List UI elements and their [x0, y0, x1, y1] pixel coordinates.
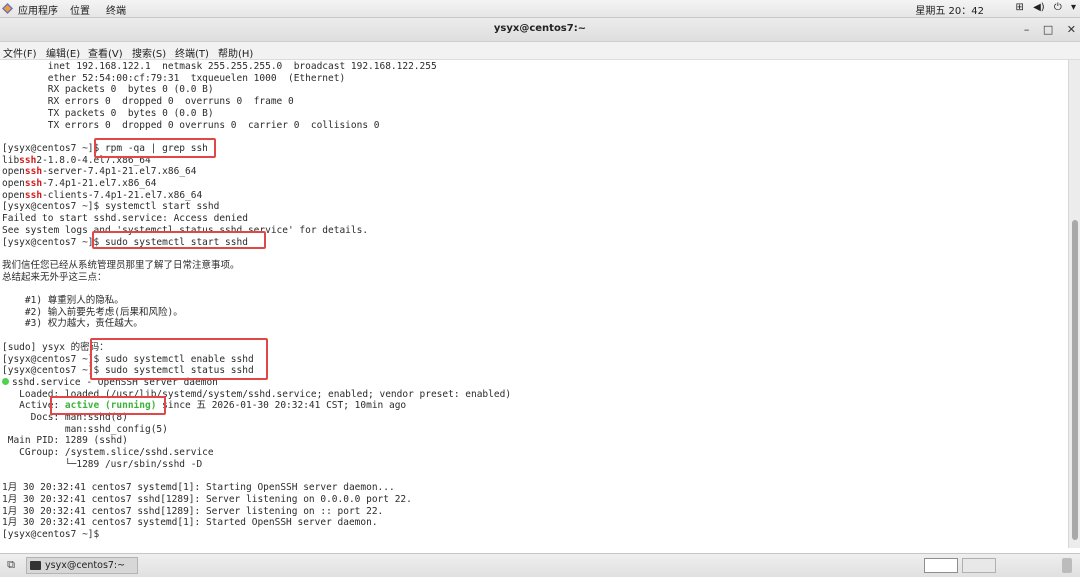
grep-match-text: ssh [24, 166, 43, 178]
volume-icon[interactable]: ◀) [1033, 2, 1045, 13]
terminal-text: TX errors 0 dropped 0 overruns 0 carrier… [2, 119, 380, 131]
top-bar: 应用程序 位置 终端 星期五 20：42 ⊞ ◀) ⏻ ▾ [0, 0, 1080, 18]
terminal-line: openssh-server-7.4p1-21.el7.x86_64 [2, 166, 197, 178]
terminal-line: RX packets 0 bytes 0 (0.0 B) [2, 84, 214, 96]
terminal-app-menu[interactable]: 终端 [106, 2, 126, 17]
terminal-text: 1月 30 20:32:41 centos7 sshd[1289]: Serve… [2, 493, 412, 505]
terminal-icon [30, 561, 41, 570]
window-title: ysyx@centos7:~ [493, 23, 587, 34]
minimize-button[interactable]: – [1024, 23, 1030, 36]
menu-edit[interactable]: 编辑(E) [46, 45, 80, 60]
terminal-line: #1) 尊重别人的隐私。 [2, 295, 124, 307]
terminal-line: 我们信任您已经从系统管理员那里了解了日常注意事项。 [2, 260, 240, 272]
terminal-line: inet 192.168.122.1 netmask 255.255.255.0… [2, 61, 437, 73]
terminal-line: 1月 30 20:32:41 centos7 sshd[1289]: Serve… [2, 494, 412, 506]
places-menu[interactable]: 位置 [70, 2, 90, 17]
terminal-text: Failed to start sshd.service: Access den… [2, 213, 248, 225]
terminal-text: -clients-7.4p1-21.el7.x86_64 [42, 189, 203, 201]
terminal-line: Failed to start sshd.service: Access den… [2, 213, 248, 225]
workspace-1[interactable] [924, 558, 958, 573]
terminal-line: TX errors 0 dropped 0 overruns 0 carrier… [2, 120, 380, 132]
terminal-text: since 五 2026-01-30 20:32:41 CST; 10min a… [156, 400, 407, 412]
grep-match-text: ssh [24, 178, 43, 189]
terminal-text: man:sshd_config(5) [2, 423, 168, 435]
terminal-text: -server-7.4p1-21.el7.x86_64 [42, 166, 197, 178]
terminal-text: #1) 尊重别人的隐私。 [2, 295, 124, 306]
terminal-line: [ysyx@centos7 ~]$ [2, 529, 105, 541]
terminal-line: RX errors 0 dropped 0 overruns 0 frame 0 [2, 96, 294, 108]
annotation-box-enable-status [90, 338, 268, 380]
menu-help[interactable]: 帮助(H) [218, 45, 253, 60]
power-icon[interactable]: ⏻ [1054, 2, 1062, 13]
taskbar-window-button[interactable]: ysyx@centos7:~ [26, 557, 138, 574]
window-titlebar[interactable]: ysyx@centos7:~ – □ ✕ [0, 18, 1080, 42]
terminal-text: open [2, 166, 25, 178]
terminal-text: CGroup: /system.slice/sshd.service [2, 447, 214, 459]
terminal-line: [ysyx@centos7 ~]$ systemctl start sshd [2, 201, 219, 213]
terminal-line: openssh-clients-7.4p1-21.el7.x86_64 [2, 190, 202, 202]
applications-menu[interactable]: 应用程序 [18, 2, 58, 17]
taskbar: ⧉ ysyx@centos7:~ [0, 553, 1080, 577]
terminal-text: #2) 输入前要先考虑(后果和风险)。 [2, 306, 183, 318]
terminal-text: open [2, 178, 25, 189]
system-dropdown-icon[interactable]: ▾ [1071, 2, 1076, 13]
close-button[interactable]: ✕ [1067, 23, 1076, 36]
terminal-text: 1月 30 20:32:41 centos7 systemd[1]: Start… [2, 482, 395, 494]
terminal-line: ether 52:54:00:cf:79:31 txqueuelen 1000 … [2, 73, 345, 85]
terminal-text: 1月 30 20:32:41 centos7 systemd[1]: Start… [2, 517, 378, 529]
workspace-2[interactable] [962, 558, 996, 573]
terminal-text: [ysyx@centos7 ~]$ [2, 529, 105, 540]
terminal-line: └─1289 /usr/sbin/sshd -D [2, 459, 202, 471]
annotation-box-start [92, 231, 266, 249]
terminal-line: Main PID: 1289 (sshd) [2, 435, 128, 447]
terminal-text: inet 192.168.122.1 netmask 255.255.255.0… [2, 61, 437, 72]
terminal-text: Main PID: 1289 (sshd) [2, 435, 128, 447]
menu-bar: 文件(F) 编辑(E) 查看(V) 搜索(S) 终端(T) 帮助(H) [0, 42, 1080, 60]
maximize-button[interactable]: □ [1043, 23, 1053, 36]
menu-terminal[interactable]: 终端(T) [175, 45, 209, 60]
terminal-line: 1月 30 20:32:41 centos7 systemd[1]: Start… [2, 517, 378, 529]
grep-match-text: ssh [24, 189, 43, 201]
grep-match-text: ssh [19, 154, 37, 166]
notification-icon[interactable] [1062, 558, 1072, 573]
terminal-line: #2) 输入前要先考虑(后果和风险)。 [2, 307, 183, 319]
terminal-text: RX errors 0 dropped 0 overruns 0 frame 0 [2, 96, 294, 108]
terminal-text: #3) 权力越大，责任越大。 [2, 318, 143, 330]
terminal-line: 1月 30 20:32:41 centos7 systemd[1]: Start… [2, 482, 395, 494]
annotation-box-active [50, 396, 166, 415]
applications-icon[interactable] [2, 3, 13, 14]
terminal-text: └─1289 /usr/sbin/sshd -D [2, 458, 203, 470]
terminal-line: openssh-7.4p1-21.el7.x86_64 [2, 178, 156, 190]
annotation-box-rpm [94, 138, 216, 158]
terminal-line: 1月 30 20:32:41 centos7 sshd[1289]: Serve… [2, 506, 383, 518]
menu-file[interactable]: 文件(F) [3, 45, 37, 60]
terminal-text: 我们信任您已经从系统管理员那里了解了日常注意事项。 [2, 259, 240, 271]
network-icon[interactable]: ⊞ [1016, 2, 1024, 13]
terminal-text: [ysyx@centos7 ~]$ systemctl start sshd [2, 201, 220, 213]
terminal-output[interactable]: inet 192.168.122.1 netmask 255.255.255.0… [0, 60, 1068, 548]
terminal-text: lib [2, 154, 20, 166]
scrollbar-thumb[interactable] [1072, 220, 1078, 540]
menu-view[interactable]: 查看(V) [88, 45, 123, 60]
terminal-line: TX packets 0 bytes 0 (0.0 B) [2, 108, 214, 120]
show-desktop-icon[interactable]: ⧉ [4, 558, 18, 572]
terminal-text: 1月 30 20:32:41 centos7 sshd[1289]: Serve… [2, 505, 384, 517]
terminal-line: #3) 权力越大，责任越大。 [2, 318, 143, 330]
terminal-line: 总结起来无外乎这三点： [2, 272, 107, 284]
terminal-line: man:sshd_config(5) [2, 424, 168, 436]
terminal-line: CGroup: /system.slice/sshd.service [2, 447, 214, 459]
terminal-text: RX packets 0 bytes 0 (0.0 B) [2, 84, 214, 96]
terminal-text: ether 52:54:00:cf:79:31 txqueuelen 1000 … [2, 72, 346, 84]
menu-search[interactable]: 搜索(S) [132, 45, 166, 60]
status-dot-icon [2, 377, 9, 385]
clock[interactable]: 星期五 20：42 [915, 2, 984, 17]
terminal-text: TX packets 0 bytes 0 (0.0 B) [2, 107, 214, 119]
taskbar-window-label: ysyx@centos7:~ [45, 560, 126, 571]
terminal-scrollbar[interactable] [1068, 60, 1080, 548]
terminal-text: -7.4p1-21.el7.x86_64 [42, 178, 157, 189]
terminal-text: open [2, 189, 25, 201]
terminal-text: 总结起来无外乎这三点： [2, 271, 107, 283]
